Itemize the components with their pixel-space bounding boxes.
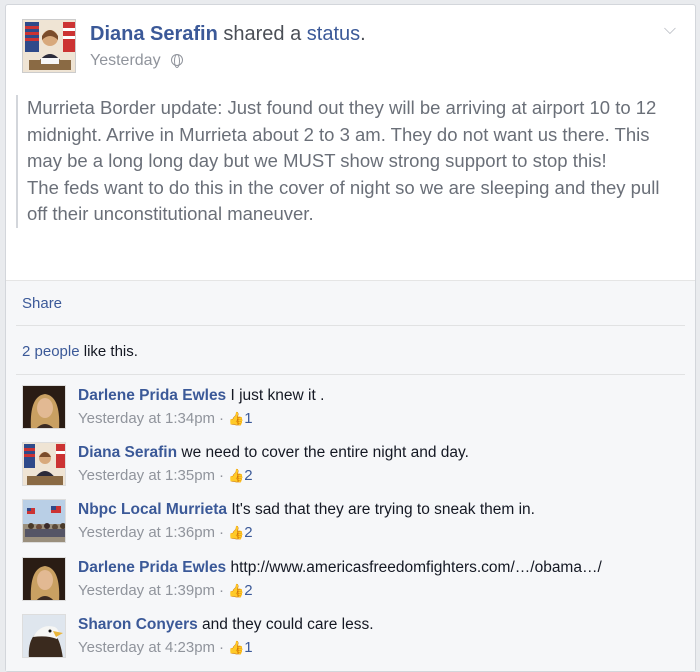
likes-summary: 2 people like this. xyxy=(22,343,138,360)
commenter-avatar[interactable] xyxy=(22,385,66,429)
author-avatar[interactable] xyxy=(22,19,76,73)
thumbs-up-icon[interactable]: 👍 xyxy=(228,583,244,599)
comment-meta: Yesterday at 1:39pm · 👍2 xyxy=(78,582,253,599)
commenter-avatar[interactable] xyxy=(22,442,66,486)
comment-time[interactable]: Yesterday at 1:34pm xyxy=(78,410,215,427)
post-timestamp[interactable]: Yesterday xyxy=(90,52,161,69)
commenter-avatar[interactable] xyxy=(22,499,66,543)
post-author-link[interactable]: Diana Serafin xyxy=(90,23,218,45)
comment-author[interactable]: Diana Serafin xyxy=(78,444,177,461)
comment-author[interactable]: Darlene Prida Ewles xyxy=(78,559,226,576)
meta-separator: · xyxy=(219,582,225,599)
comment-like-count[interactable]: 2 xyxy=(244,582,252,599)
post-body-paragraph: Murrieta Border update: Just found out t… xyxy=(27,97,657,171)
comment-time[interactable]: Yesterday at 1:39pm xyxy=(78,582,215,599)
thumbs-up-icon[interactable]: 👍 xyxy=(228,411,244,427)
post-header: Diana Serafin shared a status. Yesterday… xyxy=(22,19,679,79)
comment-time[interactable]: Yesterday at 1:36pm xyxy=(78,524,215,541)
comment-like-count[interactable]: 2 xyxy=(244,524,252,541)
post-action-prefix: shared a xyxy=(223,23,302,45)
feedback-section: Share 2 people like this. Darlene Prida … xyxy=(6,281,695,671)
comment-meta: Yesterday at 1:34pm · 👍1 xyxy=(78,410,253,427)
comment-text-line: Nbpc Local Murrieta It's sad that they a… xyxy=(78,501,535,519)
comment-item: Sharon Conyers and they could care less.… xyxy=(22,614,679,664)
comment-like-count[interactable]: 2 xyxy=(244,467,252,484)
post-action-suffix: . xyxy=(360,23,366,45)
divider xyxy=(16,374,685,375)
comment-link[interactable]: http://www.americasfreedomfighters.com/…… xyxy=(231,559,602,576)
comment-like-count[interactable]: 1 xyxy=(244,639,252,656)
comment-item: Diana Serafin we need to cover the entir… xyxy=(22,442,679,492)
comment-text: It's sad that they are trying to sneak t… xyxy=(231,501,535,518)
comment-item: Nbpc Local Murrieta It's sad that they a… xyxy=(22,499,679,549)
comment-text-line: Sharon Conyers and they could care less. xyxy=(78,616,374,634)
post-card: Diana Serafin shared a status. Yesterday… xyxy=(5,4,696,672)
comment-author[interactable]: Sharon Conyers xyxy=(78,616,198,633)
post-body-paragraph: The feds want to do this in the cover of… xyxy=(27,176,660,225)
meta-separator: · xyxy=(219,467,225,484)
commenter-avatar[interactable] xyxy=(22,614,66,658)
meta-separator: · xyxy=(219,410,225,427)
post-body: Murrieta Border update: Just found out t… xyxy=(16,95,681,228)
comment-author[interactable]: Darlene Prida Ewles xyxy=(78,387,226,404)
meta-separator: · xyxy=(219,524,225,541)
likers-link[interactable]: 2 people xyxy=(22,343,80,360)
thumbs-up-icon[interactable]: 👍 xyxy=(228,640,244,656)
chevron-down-icon[interactable]: ⌵ xyxy=(661,21,679,39)
comment-text-line: Darlene Prida Ewles I just knew it . xyxy=(78,387,324,405)
post-action-link[interactable]: status xyxy=(307,23,360,45)
globe-icon[interactable] xyxy=(171,53,184,68)
comment-item: Darlene Prida Ewles http://www.americasf… xyxy=(22,557,679,607)
comment-time[interactable]: Yesterday at 1:35pm xyxy=(78,467,215,484)
thumbs-up-icon[interactable]: 👍 xyxy=(228,525,244,541)
comment-like-count[interactable]: 1 xyxy=(244,410,252,427)
comment-meta: Yesterday at 1:36pm · 👍2 xyxy=(78,524,253,541)
comment-meta: Yesterday at 4:23pm · 👍1 xyxy=(78,639,253,656)
comment-meta: Yesterday at 1:35pm · 👍2 xyxy=(78,467,253,484)
comment-text: we need to cover the entire night and da… xyxy=(181,444,469,461)
thumbs-up-icon[interactable]: 👍 xyxy=(228,468,244,484)
comment-text-line: Darlene Prida Ewles http://www.americasf… xyxy=(78,559,602,577)
comment-time[interactable]: Yesterday at 4:23pm xyxy=(78,639,215,656)
likes-suffix: like this. xyxy=(79,343,138,360)
comment-text: I just knew it . xyxy=(230,387,325,404)
divider xyxy=(16,325,685,326)
meta-separator: · xyxy=(219,639,225,656)
post-title-line: Diana Serafin shared a status. xyxy=(90,23,366,46)
commenter-avatar[interactable] xyxy=(22,557,66,601)
comment-text-line: Diana Serafin we need to cover the entir… xyxy=(78,444,469,462)
share-link[interactable]: Share xyxy=(22,295,62,312)
comment-text: and they could care less. xyxy=(202,616,374,633)
comment-item: Darlene Prida Ewles I just knew it . Yes… xyxy=(22,385,679,435)
comment-author[interactable]: Nbpc Local Murrieta xyxy=(78,501,227,518)
post-timestamp-row: Yesterday xyxy=(90,52,184,70)
